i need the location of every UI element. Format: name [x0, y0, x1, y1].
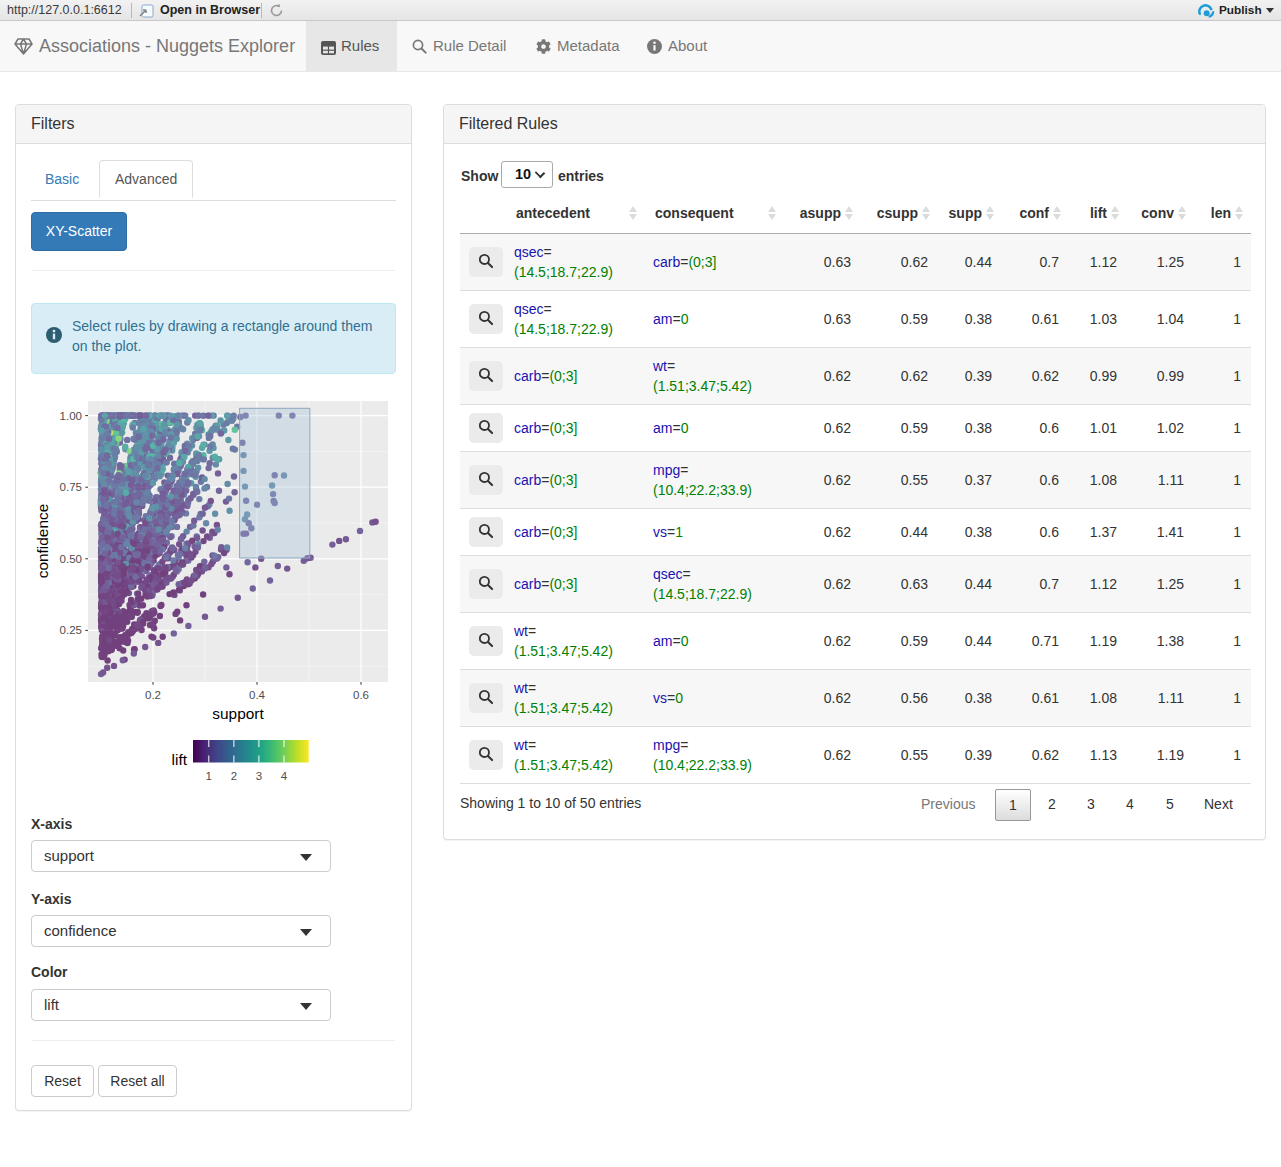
svg-text:4: 4 — [281, 770, 288, 782]
svg-text:3: 3 — [256, 770, 262, 782]
svg-text:support: support — [212, 705, 264, 722]
svg-text:2: 2 — [231, 770, 237, 782]
svg-text:confidence: confidence — [34, 504, 51, 578]
svg-text:1.00: 1.00 — [60, 410, 82, 422]
svg-text:0.75: 0.75 — [60, 481, 82, 493]
svg-text:0.4: 0.4 — [249, 689, 266, 701]
svg-text:0.2: 0.2 — [145, 689, 161, 701]
svg-text:0.50: 0.50 — [60, 553, 82, 565]
svg-text:0.25: 0.25 — [60, 624, 82, 636]
svg-text:lift: lift — [172, 751, 188, 768]
svg-text:0.6: 0.6 — [353, 689, 369, 701]
svg-text:1: 1 — [206, 770, 212, 782]
